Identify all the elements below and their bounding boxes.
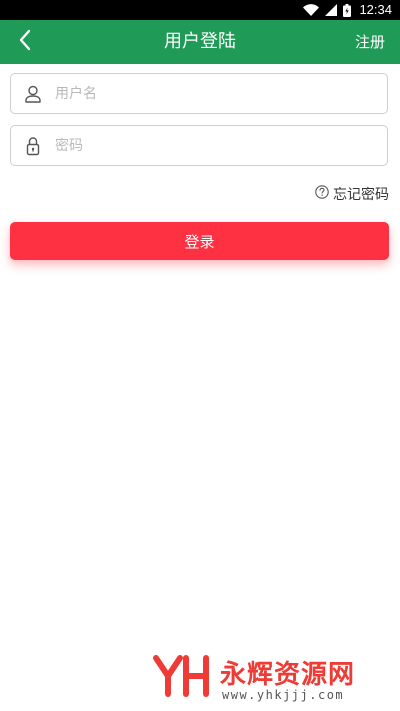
password-field[interactable] — [10, 125, 388, 166]
question-circle-icon — [315, 185, 329, 203]
chevron-left-icon — [18, 29, 32, 55]
lock-icon — [23, 136, 43, 156]
watermark-logo-icon — [150, 652, 214, 700]
status-time: 12:34 — [359, 2, 392, 17]
battery-icon — [343, 3, 352, 17]
status-icons: 12:34 — [303, 2, 392, 18]
forgot-password-link[interactable]: 忘记密码 — [315, 184, 389, 204]
watermark-url: www.yhkjjj.com — [222, 688, 345, 702]
password-input[interactable] — [55, 126, 375, 165]
register-button[interactable]: 注册 — [355, 20, 385, 64]
forgot-password-label: 忘记密码 — [333, 187, 389, 203]
username-input[interactable] — [55, 74, 375, 113]
status-bar: 12:34 — [0, 0, 400, 20]
login-button[interactable]: 登录 — [10, 222, 389, 260]
wifi-icon — [303, 4, 320, 16]
page-title: 用户登陆 — [164, 31, 236, 52]
signal-icon — [325, 4, 338, 16]
app-bar: 用户登陆 注册 — [0, 20, 400, 64]
back-button[interactable] — [10, 28, 40, 56]
watermark-name: 永辉资源网 — [220, 660, 356, 690]
watermark: 永辉资源网 www.yhkjjj.com — [150, 652, 380, 706]
username-field[interactable] — [10, 73, 388, 114]
user-icon — [23, 84, 43, 104]
